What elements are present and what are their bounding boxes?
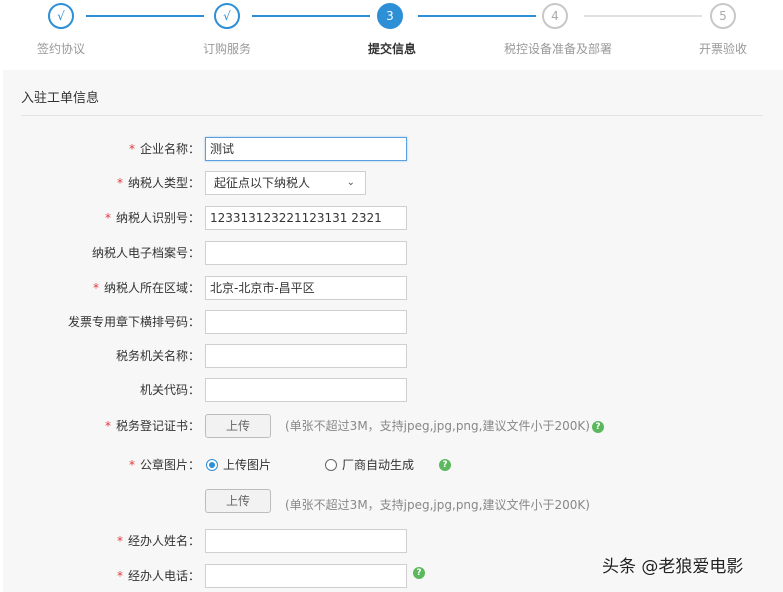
seal-auto-radio-label[interactable]: 厂商自动生成 [342, 453, 414, 477]
taxpayer-type-label: * 纳税人类型： [116, 176, 200, 190]
step-connector-4 [584, 15, 702, 17]
step-connector-2 [252, 15, 370, 17]
help-icon[interactable]: ? [439, 459, 451, 471]
work-order-panel: 入驻工单信息 * 企业名称： 测试 * 纳税人类型： 起征点以下纳税人 ⌄ * 纳税人… [3, 70, 783, 592]
office-code-label: 机关代码： [139, 383, 200, 397]
seal-image-row: * 公章图片： 上传图片 厂商自动生成 ? [3, 453, 783, 477]
invoice-seal-input[interactable] [205, 310, 407, 334]
seal-auto-radio[interactable] [325, 459, 337, 471]
seal-upload-hint: (单张不超过3M，支持jpeg,jpg,png,建议文件小于200K) [285, 498, 590, 512]
operator-phone-label: * 经办人电话： [116, 569, 200, 583]
required-mark: * [104, 211, 111, 225]
seal-image-label: * 公章图片： [128, 458, 200, 472]
step-2-label: 订购服务 [203, 42, 252, 56]
taxpayer-type-value: 起征点以下纳税人 [214, 176, 311, 190]
step-1-label: 签约协议 [37, 42, 86, 56]
required-mark: * [116, 176, 123, 190]
step-5-label: 开票验收 [699, 42, 748, 56]
office-code-row: 机关代码： [3, 378, 783, 402]
region-row: * 纳税人所在区域： 北京-北京市-昌平区 [3, 276, 783, 300]
step-3-label: 提交信息 [368, 42, 417, 56]
company-name-label: * 企业名称： [128, 142, 200, 156]
invoice-seal-row: 发票专用章下横排号码： [3, 310, 783, 334]
taxpayer-id-input[interactable]: 123313123221123131 2321 [205, 206, 407, 230]
help-icon[interactable]: ? [413, 567, 425, 579]
operator-name-label: * 经办人姓名： [116, 534, 200, 548]
panel-title: 入驻工单信息 [21, 91, 100, 106]
panel-divider [21, 115, 763, 116]
step-connector-1 [86, 15, 204, 17]
page: √ √ 3 4 5 签约协议 订购服务 提交信息 税控设备准备及部署 开票验收 … [0, 0, 783, 592]
taxpayer-type-row: * 纳税人类型： 起征点以下纳税人 ⌄ [3, 171, 783, 195]
required-mark: * [92, 281, 99, 295]
required-mark: * [116, 534, 123, 548]
company-name-input[interactable]: 测试 [205, 137, 407, 161]
step-2-check-icon: √ [214, 3, 240, 29]
step-4-number: 4 [542, 3, 568, 29]
tax-cert-row: * 税务登记证书： 上传 (单张不超过3M，支持jpeg,jpg,png,建议文件… [3, 414, 783, 438]
region-input[interactable]: 北京-北京市-昌平区 [205, 276, 407, 300]
required-mark: * [104, 419, 111, 433]
progress-stepper: √ √ 3 4 5 签约协议 订购服务 提交信息 税控设备准备及部署 开票验收 [0, 0, 783, 70]
operator-name-row: * 经办人姓名： [3, 529, 783, 553]
operator-name-input[interactable] [205, 529, 407, 553]
operator-phone-input[interactable] [205, 564, 407, 588]
help-icon[interactable]: ? [591, 420, 604, 433]
seal-upload-button[interactable]: 上传 [205, 489, 271, 513]
step-3-number: 3 [377, 3, 403, 29]
e-archive-label: 纳税人电子档案号： [91, 246, 200, 260]
tax-cert-upload-button[interactable]: 上传 [205, 414, 271, 438]
tax-office-row: 税务机关名称： [3, 344, 783, 368]
required-mark: * [128, 458, 135, 472]
region-label: * 纳税人所在区域： [92, 281, 200, 295]
watermark: 头条 @老狼爱电影 [602, 557, 744, 577]
tax-office-input[interactable] [205, 344, 407, 368]
chevron-down-icon: ⌄ [346, 177, 355, 188]
office-code-input[interactable] [205, 378, 407, 402]
taxpayer-type-select[interactable]: 起征点以下纳税人 ⌄ [205, 171, 366, 195]
seal-upload-radio-label[interactable]: 上传图片 [223, 453, 271, 477]
step-connector-3 [418, 15, 536, 17]
e-archive-input[interactable] [205, 241, 407, 265]
tax-cert-label: * 税务登记证书： [104, 419, 200, 433]
required-mark: * [128, 142, 135, 156]
taxpayer-id-label: * 纳税人识别号： [104, 211, 200, 225]
step-4-label: 税控设备准备及部署 [504, 42, 613, 56]
seal-upload-row: 上传 (单张不超过3M，支持jpeg,jpg,png,建议文件小于200K) [3, 489, 783, 513]
step-5-number: 5 [710, 3, 736, 29]
taxpayer-id-row: * 纳税人识别号： 123313123221123131 2321 [3, 206, 783, 230]
invoice-seal-label: 发票专用章下横排号码： [67, 315, 200, 329]
company-name-row: * 企业名称： 测试 [3, 137, 783, 161]
tax-cert-hint: (单张不超过3M，支持jpeg,jpg,png,建议文件小于200K)? [285, 414, 604, 438]
required-mark: * [116, 569, 123, 583]
e-archive-row: 纳税人电子档案号： [3, 241, 783, 265]
step-1-check-icon: √ [48, 3, 74, 29]
tax-office-label: 税务机关名称： [115, 349, 200, 363]
seal-upload-radio[interactable] [206, 459, 218, 471]
